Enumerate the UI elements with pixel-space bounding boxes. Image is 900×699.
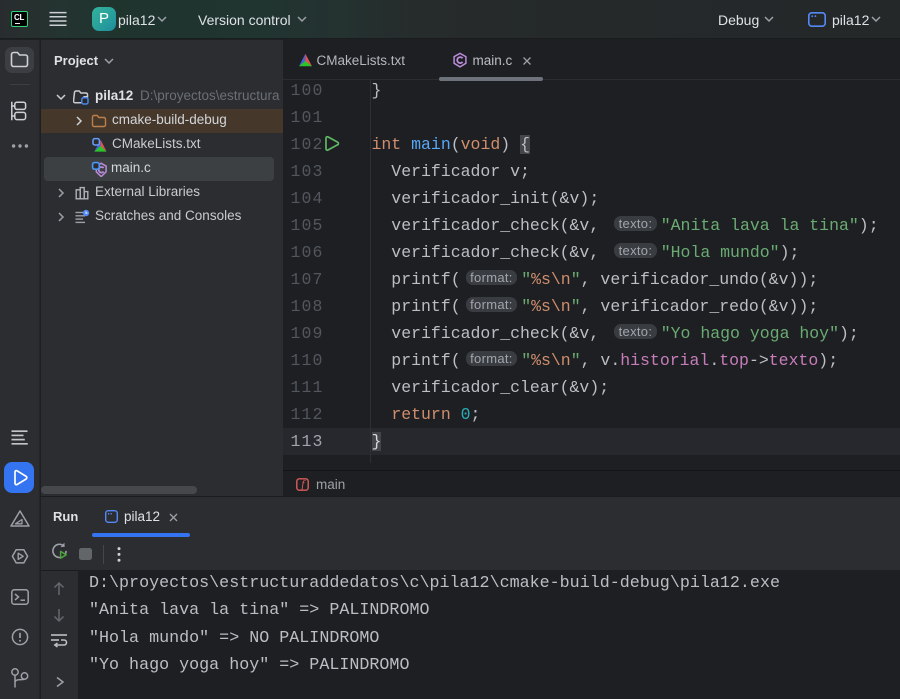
svg-text:f: f bbox=[301, 479, 306, 491]
